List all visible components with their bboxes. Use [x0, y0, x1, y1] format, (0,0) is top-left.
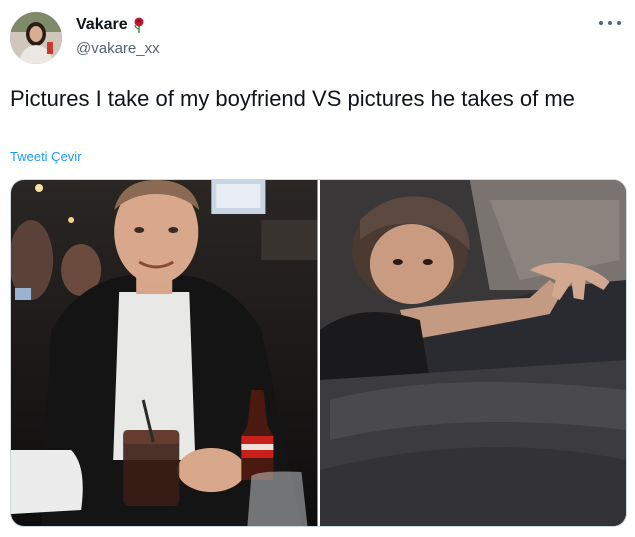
display-name[interactable]: Vakare	[76, 16, 128, 34]
user-handle[interactable]: @vakare_xx	[76, 40, 160, 57]
boyfriend-photo[interactable]	[11, 180, 318, 526]
translate-tweet-link[interactable]: Tweeti Çevir	[10, 149, 82, 164]
rose-icon	[132, 17, 146, 33]
tweet: Vakare @vakare_xx Pictures I take of my …	[0, 0, 635, 537]
more-options-icon[interactable]	[599, 14, 621, 32]
name-row: Vakare	[76, 16, 146, 34]
media-grid	[10, 179, 627, 527]
avatar[interactable]	[10, 12, 62, 64]
tweet-text: Pictures I take of my boyfriend VS pictu…	[10, 86, 575, 111]
girlfriend-photo[interactable]	[319, 180, 626, 526]
